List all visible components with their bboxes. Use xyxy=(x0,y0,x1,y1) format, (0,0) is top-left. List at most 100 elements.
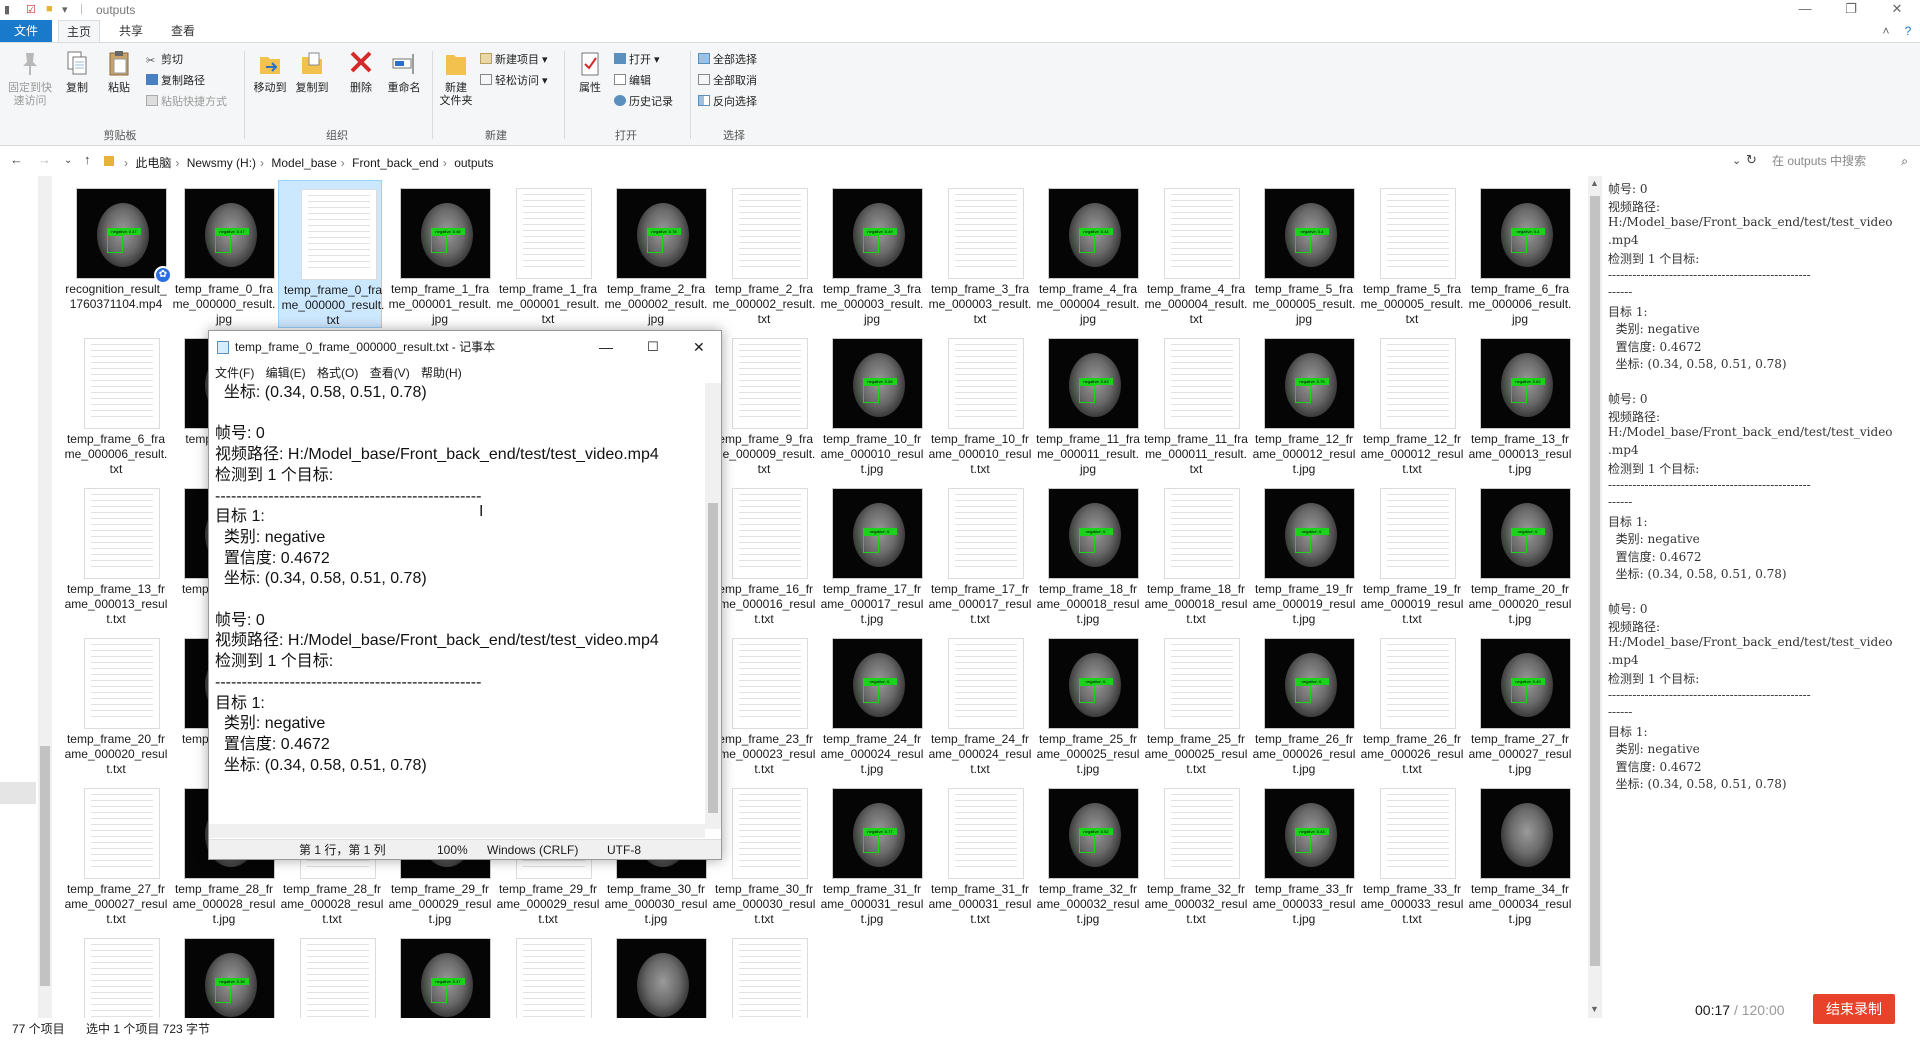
file-item[interactable]: temp_frame_13_frame_000013_result.txt xyxy=(62,480,167,628)
file-item[interactable]: negative: 0. temp_frame_20_frame_000020_r… xyxy=(1466,480,1571,628)
file-item[interactable]: negative: 0.49 temp_frame_27_frame_000027… xyxy=(1466,630,1571,778)
file-item[interactable]: negative: 0. temp_frame_19_frame_000019_r… xyxy=(1250,480,1355,628)
file-item[interactable]: temp_frame_2_frame_000002_result.txt xyxy=(710,180,815,328)
minimize-button[interactable]: — xyxy=(1782,0,1828,20)
notepad-scroll-thumb[interactable] xyxy=(708,503,718,813)
forward-icon[interactable]: → xyxy=(38,152,51,167)
file-item[interactable]: negative: 0.37 xyxy=(386,930,491,1018)
navigation-selected-item[interactable] xyxy=(0,782,36,804)
file-item[interactable]: temp_frame_31_frame_000031_result.txt xyxy=(926,780,1031,928)
file-item[interactable]: negative: 0.47 temp_frame_0_frame_000000_… xyxy=(170,180,275,328)
file-item[interactable]: temp_frame_27_frame_000027_result.txt xyxy=(62,780,167,928)
crumb-this-pc[interactable]: 此电脑 xyxy=(135,156,171,170)
file-item[interactable]: negative: 0.46 temp_frame_1_frame_000001_… xyxy=(386,180,491,328)
file-item[interactable] xyxy=(602,930,707,1018)
file-item[interactable]: temp_frame_17_frame_000017_result.txt xyxy=(926,480,1031,628)
file-item[interactable]: negative: 0. temp_frame_25_frame_000025_r… xyxy=(1034,630,1139,778)
up-icon[interactable]: ↑ xyxy=(84,152,91,167)
file-item[interactable]: temp_frame_5_frame_000005_result.txt xyxy=(1358,180,1463,328)
menu-file[interactable]: 文件(F) xyxy=(215,366,254,380)
collapse-ribbon-icon[interactable]: ˄ xyxy=(1876,20,1896,42)
tab-share[interactable]: 共享 xyxy=(110,20,152,42)
file-item[interactable] xyxy=(62,930,166,1018)
file-item[interactable] xyxy=(278,930,382,1018)
history-button[interactable]: 历史记录 xyxy=(614,93,673,111)
navigation-scrollbar[interactable] xyxy=(38,176,52,1018)
file-item[interactable]: negative: 0.77 temp_frame_31_frame_000031… xyxy=(818,780,923,928)
file-item[interactable]: temp_frame_3_frame_000003_result.txt xyxy=(926,180,1031,328)
open-button[interactable]: 打开 ▾ xyxy=(614,51,660,69)
refresh-icon[interactable]: ↻ xyxy=(1746,152,1757,168)
file-list-scrollbar[interactable]: ▲ ▼ xyxy=(1588,176,1602,1018)
file-item[interactable] xyxy=(710,930,814,1018)
cut-button[interactable]: ✂ 剪切 xyxy=(146,51,183,69)
folder-quick-icon[interactable]: ■ xyxy=(46,3,53,15)
file-item[interactable]: negative: 0.83 temp_frame_11_frame_000011… xyxy=(1034,330,1140,478)
recent-locations-icon[interactable]: ⌄ xyxy=(64,155,72,166)
file-item[interactable]: negative: 0.62 temp_frame_13_frame_000013… xyxy=(1466,330,1571,478)
copy-to-button[interactable]: 复制到 xyxy=(292,49,332,95)
file-item[interactable]: negative: 0.78 temp_frame_2_frame_000002_… xyxy=(602,180,707,328)
file-item[interactable]: temp_frame_25_frame_000025_result.txt xyxy=(1142,630,1247,778)
file-item[interactable]: negative: 0.4 temp_frame_6_frame_000006_r… xyxy=(1466,180,1571,328)
tab-file[interactable]: 文件 xyxy=(0,20,52,42)
file-item[interactable]: temp_frame_23_frame_000023_result.txt xyxy=(710,630,815,778)
scroll-up-icon[interactable]: ▲ xyxy=(1590,178,1599,188)
address-dropdown-icon[interactable]: ⌄ xyxy=(1732,154,1741,167)
file-item[interactable]: negative: 0.47 ✿ recognition_result_176037… xyxy=(62,180,172,328)
file-item[interactable]: negative: 0. temp_frame_18_frame_000018_r… xyxy=(1034,480,1139,628)
paste-button[interactable]: 粘贴 xyxy=(102,49,136,95)
file-item[interactable] xyxy=(494,930,598,1018)
file-item[interactable]: temp_frame_20_frame_000020_result.txt xyxy=(62,630,167,778)
properties-quick-icon[interactable]: ☑ xyxy=(26,3,36,16)
menu-edit[interactable]: 编辑(E) xyxy=(266,366,306,380)
notepad-text-area[interactable]: 坐标: (0.34, 0.58, 0.51, 0.78) 帧号: 0 视频路径:… xyxy=(215,383,705,851)
file-item[interactable]: temp_frame_12_frame_000012_result.txt xyxy=(1358,330,1463,478)
notepad-close-button[interactable]: ✕ xyxy=(693,331,705,363)
file-item[interactable]: negative: 0.4 temp_frame_5_frame_000005_r… xyxy=(1250,180,1355,328)
back-icon[interactable]: ← xyxy=(10,152,23,167)
file-item[interactable]: temp_frame_10_frame_000010_result.txt xyxy=(926,330,1031,478)
file-item[interactable]: temp_frame_34_frame_000034_result.jpg xyxy=(1466,780,1571,928)
file-item[interactable]: negative: 0.56 temp_frame_10_frame_000010… xyxy=(818,330,923,478)
invert-selection-button[interactable]: 反向选择 xyxy=(698,93,757,111)
select-all-button[interactable]: 全部选择 xyxy=(698,51,757,69)
file-item[interactable]: negative: 0. temp_frame_17_frame_000017_r… xyxy=(818,480,923,628)
file-item[interactable]: temp_frame_26_frame_000026_result.txt xyxy=(1358,630,1463,778)
file-item[interactable]: temp_frame_0_frame_000000_result.txt xyxy=(278,180,384,328)
file-item[interactable]: negative: 0. temp_frame_26_frame_000026_r… xyxy=(1250,630,1355,778)
copy-button[interactable]: 复制 xyxy=(60,49,94,95)
quick-access-dropdown-icon[interactable]: ▾ xyxy=(62,3,68,16)
notepad-vertical-scrollbar[interactable] xyxy=(705,383,721,829)
file-item[interactable]: negative: 0. temp_frame_24_frame_000024_r… xyxy=(818,630,923,778)
file-item[interactable]: temp_frame_4_frame_000004_result.txt xyxy=(1142,180,1247,328)
help-icon[interactable]: ? xyxy=(1898,20,1918,42)
move-to-button[interactable]: 移动到 xyxy=(250,49,290,95)
copy-path-button[interactable]: 复制路径 xyxy=(146,72,205,90)
file-item[interactable]: temp_frame_30_frame_000030_result.txt xyxy=(710,780,815,928)
file-item[interactable]: negative: 0.38 xyxy=(170,930,275,1018)
file-item[interactable]: negative: 0.43 temp_frame_33_frame_000033… xyxy=(1250,780,1355,928)
close-button[interactable]: ✕ xyxy=(1874,0,1920,20)
notepad-horizontal-scrollbar[interactable] xyxy=(209,824,705,838)
menu-view[interactable]: 查看(V) xyxy=(370,366,410,380)
crumb-drive[interactable]: Newsmy (H:) xyxy=(187,156,256,170)
pin-quick-access-button[interactable]: 固定到快 速访问 xyxy=(4,49,56,108)
notepad-maximize-button[interactable]: ☐ xyxy=(647,331,659,363)
new-item-button[interactable]: 新建项目 ▾ xyxy=(480,51,548,69)
menu-help[interactable]: 帮助(H) xyxy=(421,366,462,380)
stop-recording-button[interactable]: 结束录制 xyxy=(1813,994,1895,1024)
file-item[interactable]: negative: 0.52 temp_frame_32_frame_000032… xyxy=(1034,780,1139,928)
paste-shortcut-button[interactable]: 粘贴快捷方式 xyxy=(146,93,227,111)
search-input[interactable]: 在 outputs 中搜索 ⌕ xyxy=(1764,150,1914,172)
file-item[interactable]: temp_frame_16_frame_000016_result.txt xyxy=(710,480,815,628)
file-item[interactable]: temp_frame_24_frame_000024_result.txt xyxy=(926,630,1031,778)
notepad-title-bar[interactable]: temp_frame_0_frame_000000_result.txt - 记… xyxy=(209,331,721,363)
crumb-model-base[interactable]: Model_base xyxy=(271,156,336,170)
navigation-scroll-thumb[interactable] xyxy=(40,746,50,986)
file-item[interactable]: negative: 0.44 temp_frame_4_frame_000004_… xyxy=(1034,180,1139,328)
file-item[interactable]: temp_frame_19_frame_000019_result.txt xyxy=(1358,480,1463,628)
crumb-front-back-end[interactable]: Front_back_end xyxy=(352,156,439,170)
file-item[interactable]: temp_frame_9_frame_000009_result.txt xyxy=(710,330,815,478)
rename-button[interactable]: 重命名 xyxy=(384,49,424,95)
